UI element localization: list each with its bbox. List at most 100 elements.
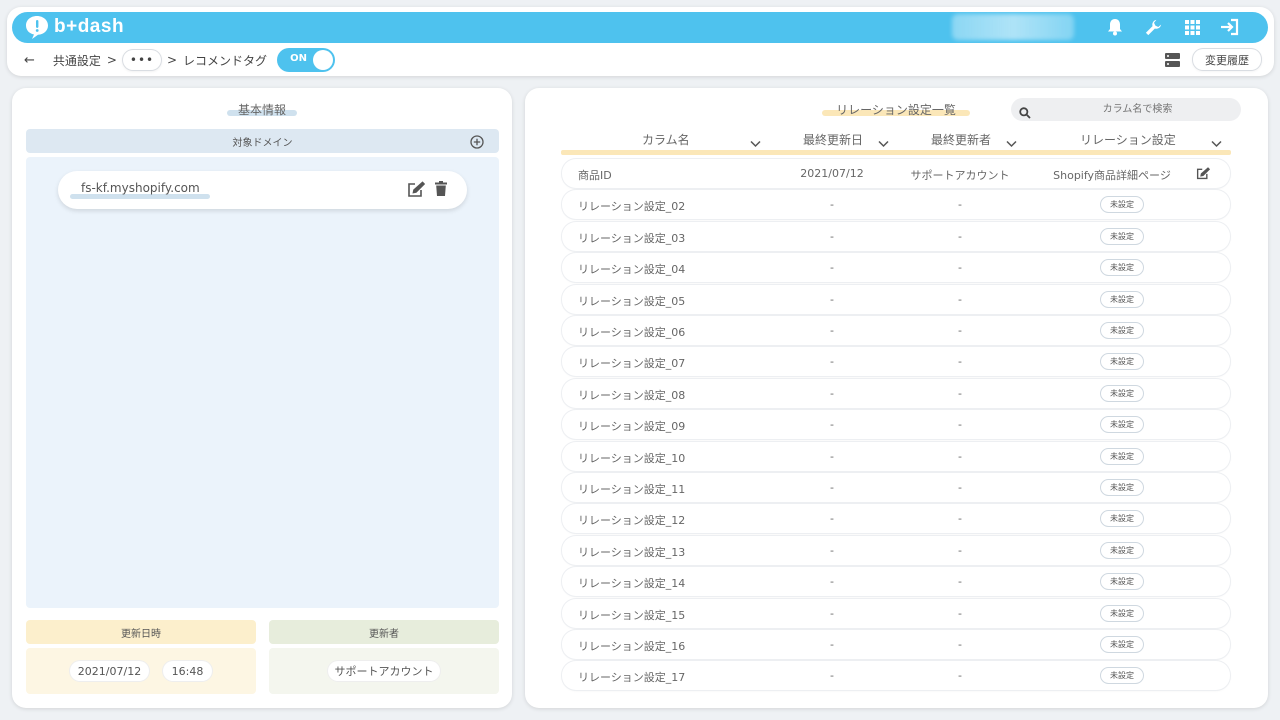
add-domain-icon[interactable] — [470, 134, 484, 153]
cell-name: リレーション設定_03 — [578, 231, 686, 245]
unset-badge[interactable]: 未設定 — [1100, 322, 1144, 339]
table-row[interactable]: リレーション設定_10 - - 未設定 — [562, 441, 1230, 471]
server-icon[interactable] — [1165, 52, 1180, 71]
cell-user: - — [958, 449, 962, 463]
column-header-user[interactable]: 最終更新者 — [931, 131, 991, 148]
cell-date: - — [830, 669, 834, 683]
unset-badge[interactable]: 未設定 — [1100, 290, 1144, 308]
unset-badge[interactable]: 未設定 — [1100, 227, 1144, 245]
updater-pill: サポートアカウント — [328, 661, 440, 681]
search-icon — [1019, 104, 1031, 123]
unset-badge[interactable]: 未設定 — [1100, 447, 1144, 465]
cell-date: - — [830, 543, 834, 557]
cell-date: - — [830, 449, 834, 463]
breadcrumb-item-common-settings[interactable]: 共通設定 — [53, 52, 101, 69]
unset-badge[interactable]: 未設定 — [1100, 353, 1144, 371]
table-row[interactable]: リレーション設定_13 - - 未設定 — [562, 535, 1230, 565]
unset-badge[interactable]: 未設定 — [1100, 604, 1144, 622]
cell-date: - — [830, 198, 834, 212]
cell-date: - — [830, 292, 834, 306]
unset-badge[interactable]: 未設定 — [1100, 479, 1144, 496]
cell-date: - — [830, 481, 834, 494]
cell-name: リレーション設定_09 — [578, 420, 686, 434]
bell-icon[interactable] — [1105, 17, 1125, 37]
unset-badge[interactable]: 未設定 — [1100, 541, 1144, 559]
table-row[interactable]: リレーション設定_17 - - 未設定 — [562, 661, 1230, 691]
table-row[interactable]: 商品ID 2021/07/12 サポートアカウント Shopify商品詳細ページ — [562, 159, 1230, 188]
cell-name: 商品ID — [578, 169, 612, 182]
unset-badge[interactable]: 未設定 — [1100, 510, 1144, 528]
cell-name: リレーション設定_04 — [578, 263, 686, 277]
on-off-toggle[interactable]: ON — [277, 48, 336, 72]
cell-date: - — [830, 386, 834, 400]
domain-list-area — [26, 157, 499, 608]
table-row[interactable]: リレーション設定_05 - - 未設定 — [562, 284, 1230, 314]
cell-user: - — [958, 418, 962, 432]
updater-header: 更新者 — [269, 620, 499, 644]
cell-date: - — [830, 261, 834, 275]
column-header-relation[interactable]: リレーション設定 — [1080, 131, 1176, 148]
back-arrow-icon[interactable]: ← — [24, 53, 35, 68]
cell-date: - — [830, 575, 834, 589]
cell-user: - — [958, 261, 962, 275]
target-domain-header: 対象ドメイン — [26, 129, 499, 153]
user-info-blurred[interactable] — [952, 14, 1074, 40]
column-header-name[interactable]: カラム名 — [642, 131, 690, 148]
edit-icon[interactable] — [1196, 167, 1211, 183]
cell-relation: Shopify商品詳細ページ — [1053, 169, 1171, 182]
unset-badge[interactable]: 未設定 — [1100, 416, 1144, 434]
apps-grid-icon[interactable] — [1182, 17, 1202, 37]
cell-user: - — [958, 229, 962, 243]
toggle-knob — [313, 50, 334, 70]
table-row[interactable]: リレーション設定_14 - - 未設定 — [562, 567, 1230, 597]
cell-user: - — [958, 606, 962, 620]
top-bar — [12, 12, 1268, 43]
table-row[interactable]: リレーション設定_08 - - 未設定 — [562, 378, 1230, 408]
cell-date: - — [830, 638, 834, 651]
table-row[interactable]: リレーション設定_04 - - 未設定 — [562, 253, 1230, 283]
table-row[interactable]: リレーション設定_11 - - 未設定 — [562, 473, 1230, 502]
logo[interactable]: b+dash — [24, 14, 124, 40]
unset-badge[interactable]: 未設定 — [1100, 667, 1144, 685]
cell-date: - — [830, 606, 834, 620]
table-row[interactable]: リレーション設定_06 - - 未設定 — [562, 316, 1230, 345]
table-row[interactable]: リレーション設定_12 - - 未設定 — [562, 504, 1230, 534]
table-row[interactable]: リレーション設定_02 - - 未設定 — [562, 190, 1230, 220]
relation-list-title: リレーション設定一覧 — [836, 103, 956, 117]
table-row[interactable]: リレーション設定_15 - - 未設定 — [562, 598, 1230, 628]
cell-date: - — [830, 418, 834, 432]
cell-date: - — [830, 324, 834, 337]
table-row[interactable]: リレーション設定_09 - - 未設定 — [562, 410, 1230, 440]
table-row[interactable]: リレーション設定_07 - - 未設定 — [562, 347, 1230, 377]
unset-badge[interactable]: 未設定 — [1100, 573, 1144, 591]
updated-at-header: 更新日時 — [26, 620, 256, 644]
cell-name: リレーション設定_10 — [578, 451, 686, 465]
unset-badge[interactable]: 未設定 — [1100, 259, 1144, 277]
cell-user: - — [958, 355, 962, 369]
unset-badge[interactable]: 未設定 — [1100, 196, 1144, 214]
unset-badge[interactable]: 未設定 — [1100, 636, 1144, 653]
column-header-date[interactable]: 最終更新日 — [803, 131, 863, 148]
edit-domain-icon[interactable] — [407, 181, 426, 202]
cell-name: リレーション設定_02 — [578, 200, 686, 214]
cell-name: リレーション設定_17 — [578, 671, 686, 685]
change-history-button[interactable]: 変更履歴 — [1193, 49, 1261, 70]
cell-name: リレーション設定_16 — [578, 640, 686, 653]
logo-bubble-icon — [26, 16, 48, 39]
toggle-label: ON — [290, 53, 307, 64]
breadcrumb-separator: > — [166, 53, 178, 67]
unset-badge[interactable]: 未設定 — [1100, 384, 1144, 402]
delete-domain-icon[interactable] — [435, 181, 447, 200]
basic-info-title: 基本情報 — [237, 103, 286, 117]
cell-name: リレーション設定_12 — [578, 514, 686, 528]
wrench-icon[interactable] — [1143, 17, 1163, 37]
column-search-input[interactable] — [1040, 99, 1235, 120]
logout-icon[interactable] — [1220, 17, 1240, 37]
breadcrumb-more-button[interactable]: ••• — [122, 50, 161, 70]
cell-user: - — [958, 669, 962, 683]
table-row[interactable]: リレーション設定_03 - - 未設定 — [562, 221, 1230, 251]
table-row[interactable]: リレーション設定_16 - - 未設定 — [562, 630, 1230, 659]
cell-name: リレーション設定_08 — [578, 388, 686, 402]
cell-user: - — [958, 575, 962, 589]
header-underline — [561, 150, 1231, 155]
